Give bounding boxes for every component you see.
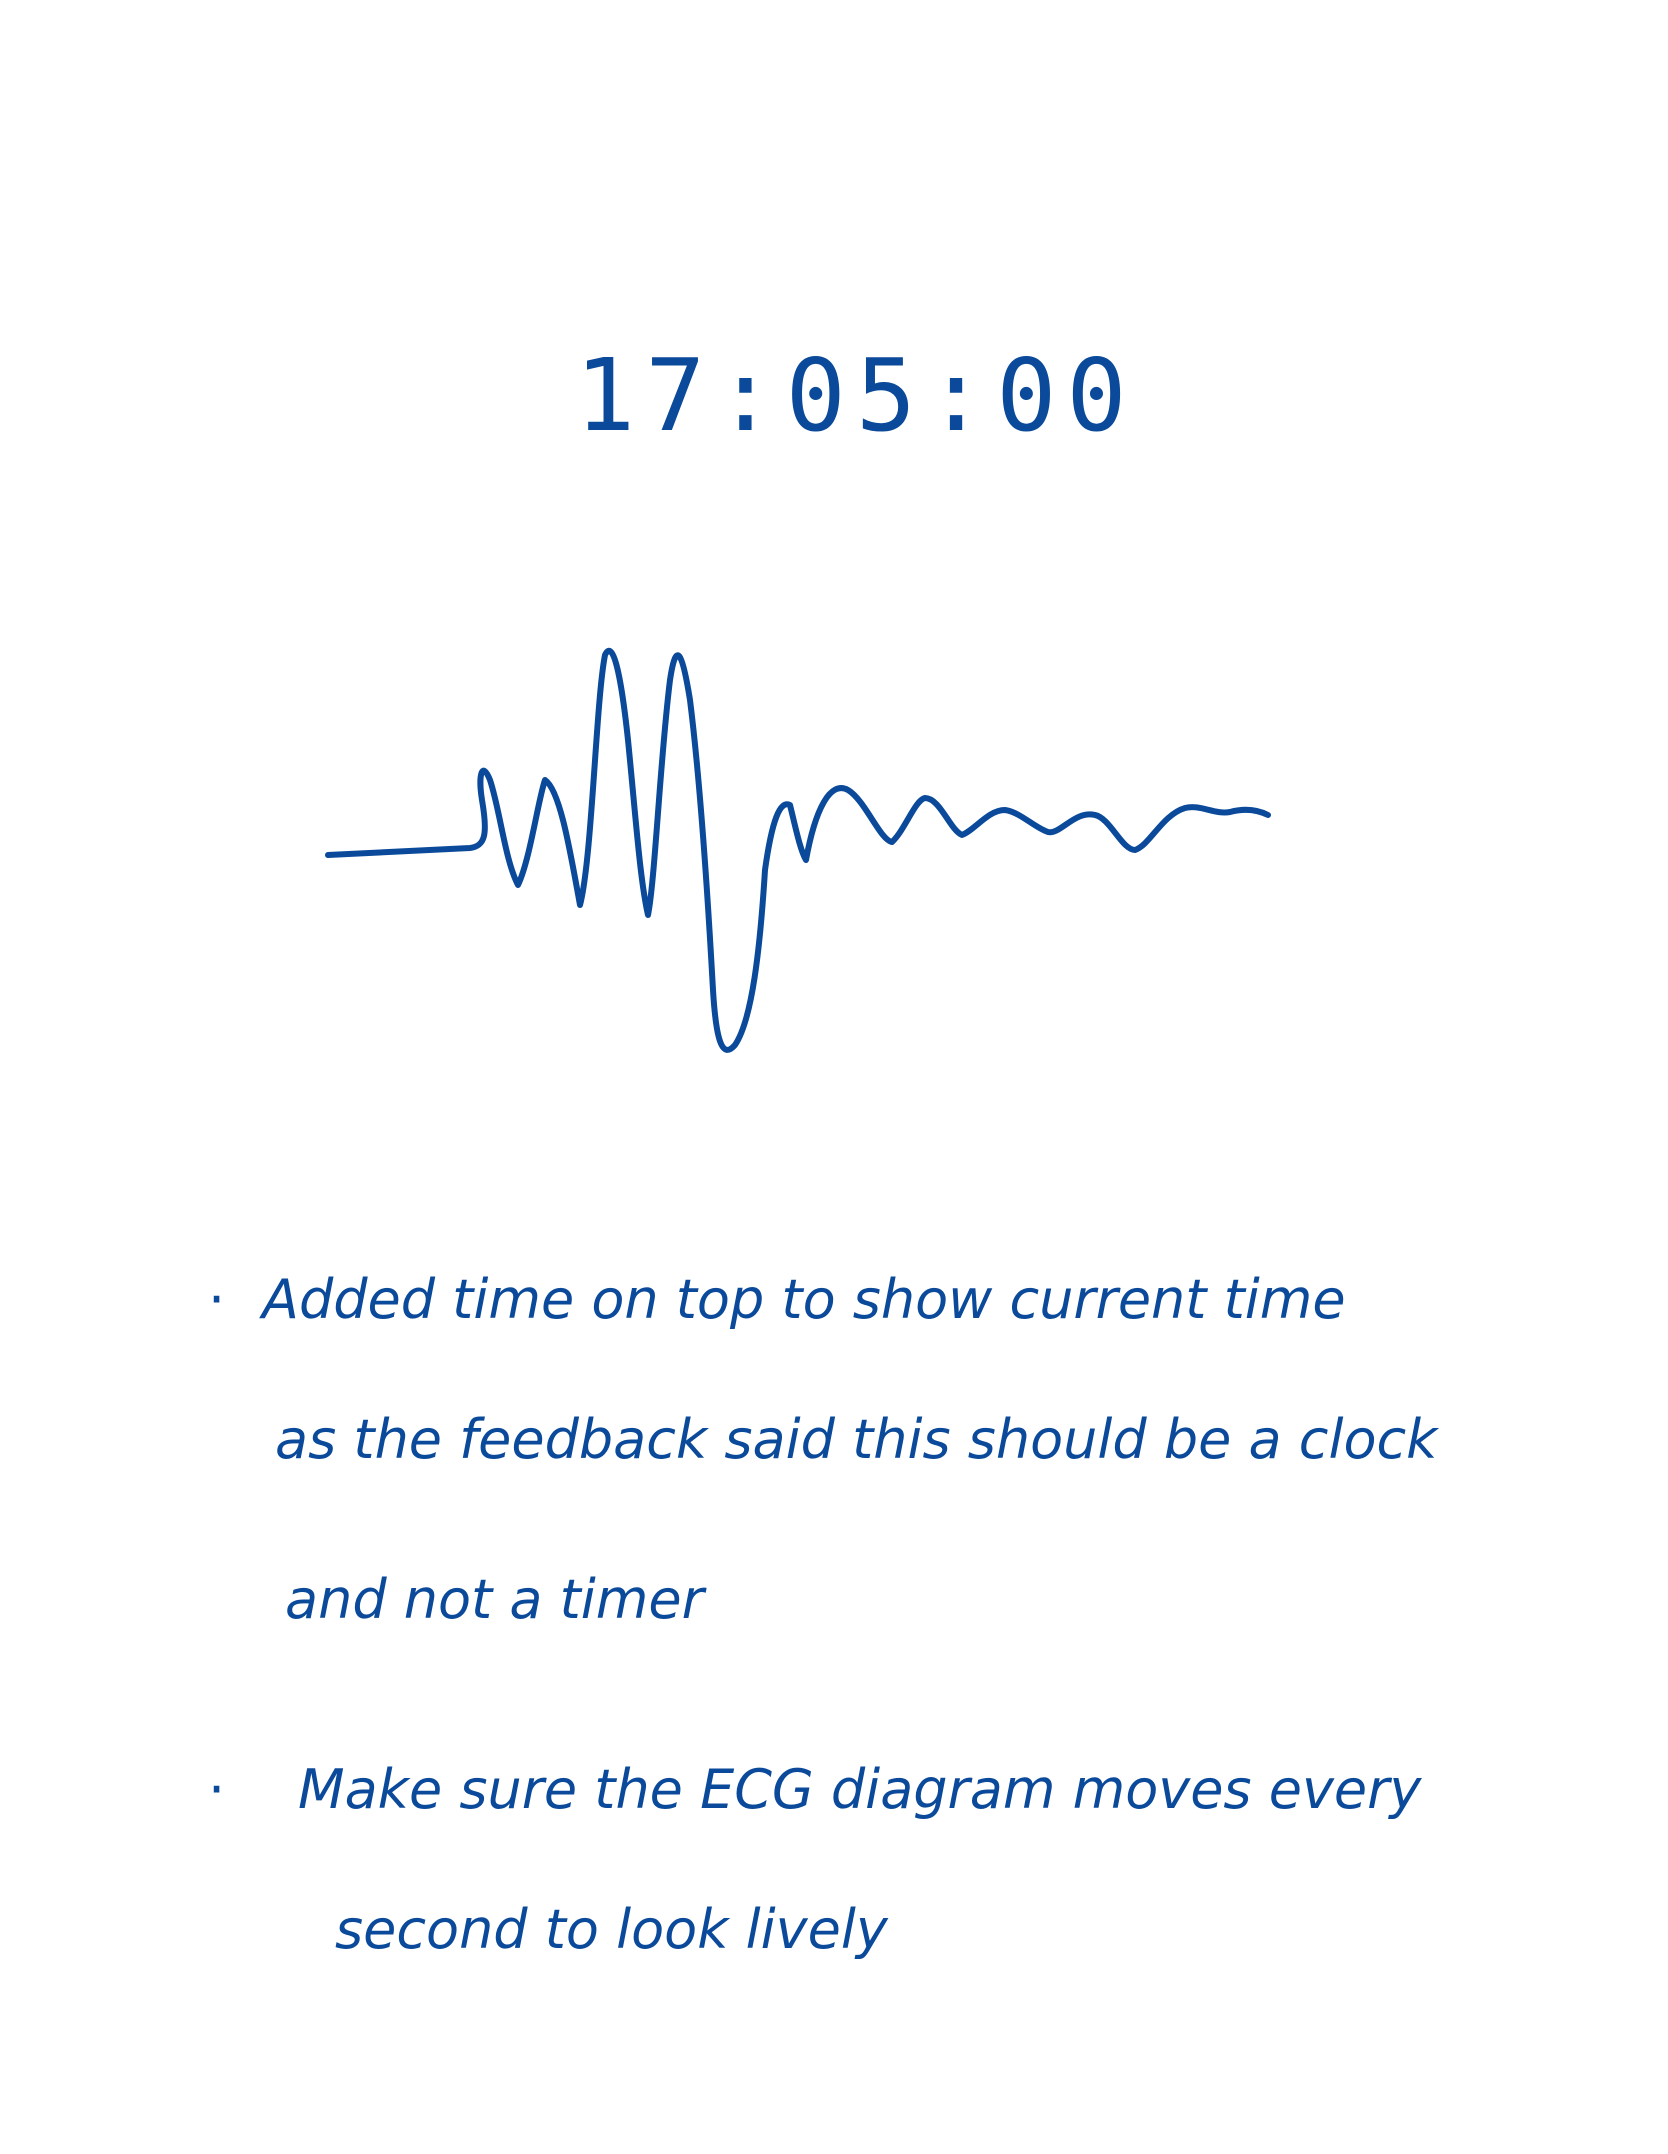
clock-time: 17:05:00 — [575, 337, 1137, 454]
note-2-line-1: Make sure the ECG diagram moves every — [298, 1758, 1422, 1821]
note-1-line-1: Added time on top to show current time — [259, 1268, 1346, 1331]
ecg-waveform-icon — [325, 647, 1271, 1053]
note-1-line-3: and not a timer — [285, 1568, 707, 1631]
note-1-line-2: as the feedback said this should be a cl… — [275, 1408, 1440, 1471]
note-2-line-2: second to look lively — [335, 1898, 889, 1961]
handwritten-drawing: 17:05:00 · Added time on top to show cur… — [208, 337, 1440, 1961]
note-2-bullet: · — [208, 1758, 225, 1821]
note-1-bullet: · — [208, 1268, 225, 1331]
whiteboard-canvas: 17:05:00 · Added time on top to show cur… — [0, 0, 1668, 2154]
